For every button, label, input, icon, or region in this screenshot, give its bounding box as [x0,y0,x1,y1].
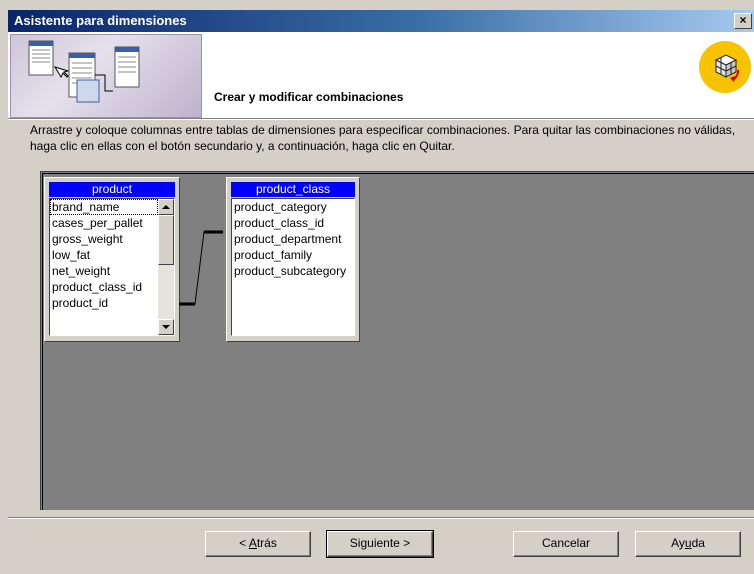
back-button-prefix: < [239,536,249,550]
help-button-prefix: Ay [671,536,685,550]
step-title: Crear y modificar combinaciones [214,90,404,104]
close-icon: × [739,13,747,27]
header-divider [8,119,754,120]
table-join-illustration-icon [28,40,140,103]
join-line[interactable] [41,172,361,342]
help-button-rest: da [691,536,705,550]
back-button[interactable]: < Atrás [205,531,311,557]
title-bar: Asistente para dimensiones × [8,10,754,32]
next-button-label: Siguiente > [349,536,411,550]
window-title: Asistente para dimensiones [14,13,187,28]
help-button-mnemonic: u [684,536,692,550]
cancel-button[interactable]: Cancelar [513,531,619,557]
help-button[interactable]: Ayuda [635,531,741,557]
next-button[interactable]: Siguiente > [326,530,434,558]
cancel-button-label: Cancelar [541,536,591,550]
cube-wizard-icon [699,41,751,93]
back-button-mnemonic: A [248,536,257,550]
instructions-text: Arrastre y coloque columnas entre tablas… [30,123,736,153]
button-separator [8,517,754,519]
wizard-header: Crear y modificar combinaciones [8,32,754,119]
back-button-rest: trás [256,536,277,550]
close-button[interactable]: × [734,13,752,29]
wizard-banner-image [10,34,202,118]
join-design-canvas[interactable]: product brand_name cases_per_pallet gros… [40,171,754,510]
